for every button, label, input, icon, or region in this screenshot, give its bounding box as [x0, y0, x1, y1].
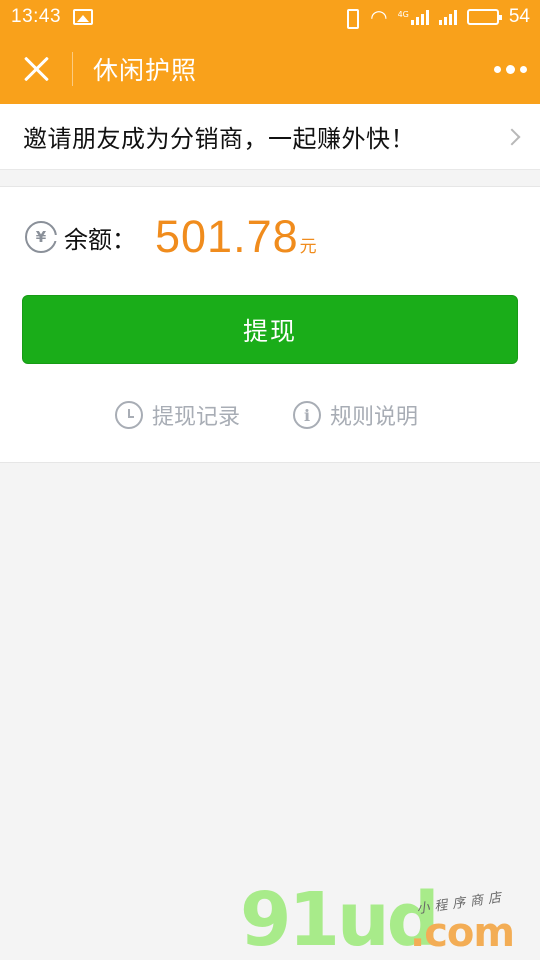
watermark-domain: .com — [410, 910, 515, 956]
info-icon: i — [293, 401, 321, 429]
withdraw-records-label: 提现记录 — [152, 405, 241, 430]
chevron-right-icon — [503, 128, 521, 145]
close-button[interactable] — [0, 34, 72, 104]
network-type-label: 4G — [397, 10, 409, 19]
balance-row: ¥ 余额： 501.78 元 — [25, 207, 317, 267]
more-dot-icon — [493, 65, 501, 73]
clock-icon — [115, 401, 143, 429]
balance-label: 余额： — [64, 225, 136, 254]
watermark-logo: 91ud 小程序商店 .com — [240, 880, 540, 960]
rules-link[interactable]: i 规则说明 — [293, 399, 418, 431]
close-icon — [23, 56, 49, 82]
navigation-bar: 休闲护照 — [0, 34, 540, 104]
withdraw-button[interactable]: 提现 — [22, 295, 518, 364]
more-dot-icon — [505, 64, 515, 74]
status-right: ◠ 4G 54 — [342, 5, 530, 29]
battery-percentage: 54 — [508, 6, 530, 27]
status-bar: 13:43 ◠ 4G 54 — [0, 0, 540, 34]
nav-divider — [72, 52, 73, 86]
more-dot-icon — [519, 65, 527, 73]
status-left: 13:43 — [11, 6, 94, 28]
yuan-coin-icon: ¥ — [25, 221, 59, 253]
signal-strength-icon-2 — [438, 9, 457, 25]
signal-strength-icon — [410, 9, 429, 25]
more-options-button[interactable] — [480, 34, 540, 104]
watermark-brand: 91ud — [240, 877, 440, 960]
image-notification-icon — [73, 9, 94, 25]
withdraw-records-link[interactable]: 提现记录 — [115, 399, 240, 431]
status-time: 13:43 — [11, 6, 62, 27]
balance-card: ¥ 余额： 501.78 元 提现 提现记录 i 规则说明 — [0, 186, 540, 463]
invite-text: 邀请朋友成为分销商，一起赚外快！ — [23, 125, 415, 153]
rules-label: 规则说明 — [330, 405, 419, 430]
wifi-icon: ◠ — [370, 5, 388, 29]
page-title: 休闲护照 — [93, 56, 198, 85]
vibrate-icon — [342, 8, 360, 29]
balance-unit: 元 — [299, 237, 317, 257]
battery-icon — [466, 9, 502, 25]
balance-amount: 501.78 — [155, 211, 299, 262]
secondary-links: 提现记录 i 规则说明 — [0, 395, 540, 435]
invite-banner[interactable]: 邀请朋友成为分销商，一起赚外快！ — [0, 104, 540, 170]
